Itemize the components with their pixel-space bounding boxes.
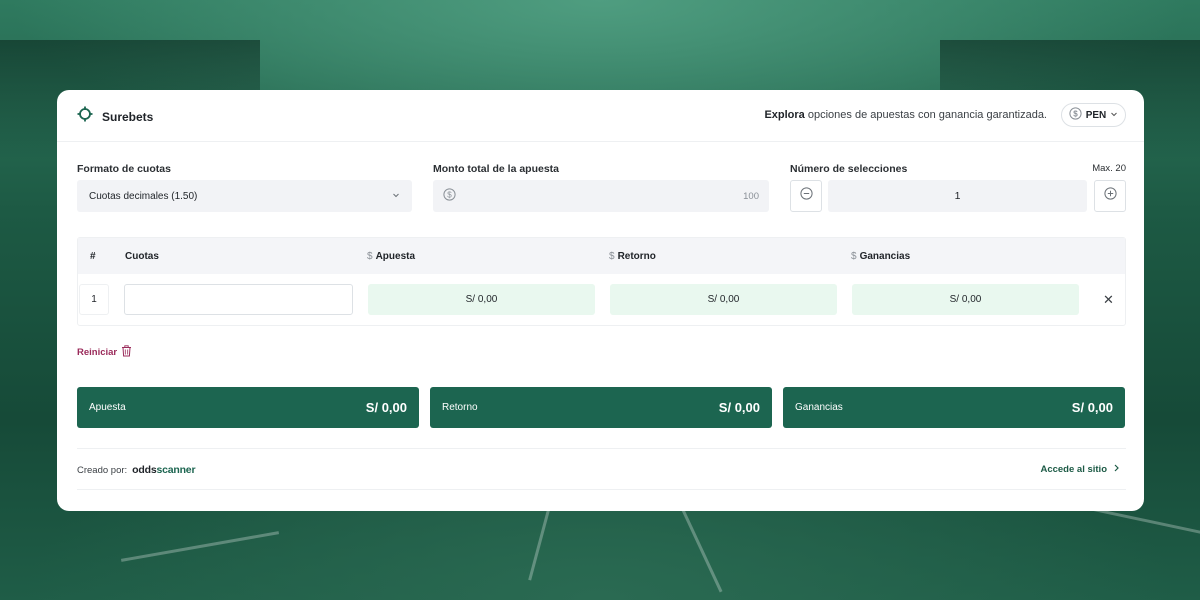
column-header-return: $ Retorno	[609, 251, 656, 262]
selections-max: Max. 20	[1092, 163, 1126, 174]
chevron-down-icon	[1110, 110, 1118, 121]
field-line	[528, 502, 552, 581]
plus-circle-icon	[1103, 187, 1117, 205]
table-header: # Cuotas $ Apuesta $ Retorno $ Ganancias	[78, 238, 1125, 274]
brand: Surebets	[77, 106, 153, 127]
row-index: 1	[79, 284, 109, 315]
column-header-odds: Cuotas	[125, 251, 159, 262]
summary-return-value: S/ 0,00	[718, 400, 760, 415]
tagline: Explora opciones de apuestas con gananci…	[764, 109, 1047, 121]
page-title: Surebets	[102, 109, 154, 124]
created-by: Creado por: oddsscanner	[77, 464, 196, 476]
visit-site-label: Accede al sitio	[1040, 464, 1107, 475]
summary-profit: Ganancias S/ 0,00	[783, 387, 1125, 428]
increment-selections-button[interactable]	[1094, 180, 1126, 212]
odds-input[interactable]	[124, 284, 353, 315]
total-bet-label: Monto total de la apuesta	[433, 163, 560, 175]
field-line	[677, 500, 723, 593]
odds-format-value: Cuotas decimales (1.50)	[89, 190, 198, 202]
chevron-down-icon	[392, 191, 400, 202]
bets-table: # Cuotas $ Apuesta $ Retorno $ Ganancias 1 …	[77, 237, 1126, 326]
column-header-stake: $ Apuesta	[367, 251, 415, 262]
logo-part-scanner: scanner	[156, 464, 196, 476]
summary-profit-label: Ganancias	[795, 402, 843, 413]
currency-symbol: $	[851, 251, 857, 262]
row-return: S/ 0,00	[610, 284, 837, 315]
minus-circle-icon	[799, 187, 813, 205]
odds-format-select[interactable]: Cuotas decimales (1.50)	[77, 180, 412, 212]
crosshair-icon	[77, 106, 93, 127]
trash-icon	[121, 345, 132, 360]
summary-return-label: Retorno	[442, 402, 478, 413]
summary-stake-value: S/ 0,00	[365, 400, 407, 415]
field-line	[120, 531, 280, 562]
total-bet-value: 100	[743, 190, 759, 202]
column-header-profit-label: Ganancias	[859, 251, 911, 262]
column-header-profit: $ Ganancias	[851, 251, 910, 262]
summary-return: Retorno S/ 0,00	[430, 387, 772, 428]
summary-profit-value: S/ 0,00	[1071, 400, 1113, 415]
total-bet-input[interactable]: $ 100	[433, 180, 769, 212]
svg-text:$: $	[1073, 109, 1078, 118]
logo-part-odds: odds	[132, 464, 157, 476]
dollar-coin-icon: $	[1069, 107, 1082, 123]
currency-symbol: $	[367, 251, 373, 262]
currency-code: PEN	[1085, 109, 1107, 121]
row-profit: S/ 0,00	[852, 284, 1079, 315]
reset-label: Reiniciar	[77, 347, 118, 358]
summary-stake-label: Apuesta	[89, 402, 126, 413]
card-footer: Creado por: oddsscanner Accede al sitio	[77, 448, 1126, 490]
close-icon[interactable]: ✕	[1103, 292, 1114, 308]
decrement-selections-button[interactable]	[790, 180, 822, 212]
column-header-index: #	[90, 251, 96, 262]
row-stake: S/ 0,00	[368, 284, 595, 315]
column-header-return-label: Retorno	[617, 251, 656, 262]
dollar-coin-icon: $	[443, 188, 456, 204]
surebets-calculator-card: Surebets Explora opciones de apuestas co…	[57, 90, 1144, 511]
summary-stake: Apuesta S/ 0,00	[77, 387, 419, 428]
currency-symbol: $	[609, 251, 615, 262]
selections-label: Número de selecciones	[790, 163, 908, 175]
svg-text:$: $	[447, 190, 452, 199]
visit-site-link[interactable]: Accede al sitio	[1040, 464, 1120, 475]
chevron-right-icon	[1113, 464, 1120, 475]
created-by-label: Creado por:	[77, 464, 128, 476]
column-header-stake-label: Apuesta	[375, 251, 416, 262]
tagline-bold: Explora	[764, 109, 805, 121]
reset-button[interactable]: Reiniciar	[77, 345, 132, 360]
tagline-text: opciones de apuestas con ganancia garant…	[804, 109, 1047, 121]
odds-format-label: Formato de cuotas	[77, 163, 171, 175]
card-header: Surebets Explora opciones de apuestas co…	[57, 90, 1144, 142]
oddsscanner-logo[interactable]: oddsscanner	[132, 464, 195, 476]
selections-count[interactable]: 1	[828, 180, 1087, 212]
currency-selector[interactable]: $ PEN	[1061, 103, 1126, 127]
